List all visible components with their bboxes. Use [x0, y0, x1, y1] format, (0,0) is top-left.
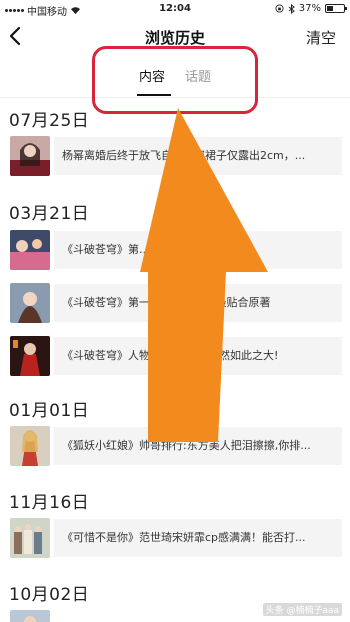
- watermark: 头条 @楠楠子aaa: [262, 603, 342, 616]
- status-bar: 中国移动 12:04 37%: [0, 0, 350, 18]
- item-text-box: 《斗破苍穹》人物仅...出,差距竟然如此之大!: [54, 337, 342, 375]
- battery-percent: 37%: [298, 3, 321, 14]
- item-title: 杨幂离婚后终于放飞自我，穿裙子仅露出2cm，...: [62, 149, 306, 162]
- date-header: 11月16日: [9, 493, 90, 513]
- thumbnail: [10, 336, 50, 376]
- item-title: 《可惜不是你》范世琦宋妍霏cp感满满！能否打...: [62, 531, 306, 544]
- item-text-box: 《狐妖小红娘》帅哥排行:东方美人把泪擦擦,你排...: [54, 427, 342, 465]
- item-text-box: 《斗破苍穹》第一季...花哪一个最贴合原著: [54, 284, 342, 322]
- clear-button[interactable]: 清空: [306, 27, 336, 48]
- history-item[interactable]: 杨幂离婚后终于放飞自我，穿裙子仅露出2cm，...: [10, 136, 342, 176]
- item-title: 《斗破苍穹》第...可方物,完爆《...: [62, 243, 230, 256]
- thumbnail: [10, 136, 50, 176]
- date-header: 07月25日: [9, 111, 90, 131]
- bluetooth-icon: [288, 3, 295, 14]
- page-title: 浏览历史: [144, 29, 205, 47]
- annotation-highlight-box: [92, 46, 258, 114]
- battery-fill: [327, 6, 333, 11]
- history-item[interactable]: 《狐妖小红娘》帅哥排行:东方美人把泪擦擦,你排...: [10, 426, 342, 466]
- date-header: 03月21日: [9, 204, 90, 224]
- thumbnail: [10, 426, 50, 466]
- item-text-box: 《斗破苍穹》第...可方物,完爆《...: [54, 231, 342, 269]
- date-header: 01月01日: [9, 401, 90, 421]
- thumbnail: [10, 283, 50, 323]
- battery-icon: [325, 4, 347, 13]
- history-item[interactable]: 《斗破苍穹》第...可方物,完爆《...: [10, 230, 342, 270]
- history-item[interactable]: 《可惜不是你》范世琦宋妍霏cp感满满！能否打...: [10, 518, 342, 558]
- status-right: 37%: [275, 3, 347, 14]
- item-title: 《狐妖小红娘》帅哥排行:东方美人把泪擦擦,你排...: [62, 439, 311, 452]
- item-title: 《斗破苍穹》第一季...花哪一个最贴合原著: [62, 296, 271, 309]
- history-item[interactable]: 《斗破苍穹》第一季...花哪一个最贴合原著: [10, 283, 342, 323]
- item-text-box: 《可惜不是你》范世琦宋妍霏cp感满满！能否打...: [54, 519, 342, 557]
- item-text-box: 杨幂离婚后终于放飞自我，穿裙子仅露出2cm，...: [54, 137, 342, 175]
- orientation-lock-icon: [275, 4, 284, 13]
- history-item[interactable]: 《斗破苍穹》人物仅...出,差距竟然如此之大!: [10, 336, 342, 376]
- thumbnail: [10, 518, 50, 558]
- item-title: 《斗破苍穹》人物仅...出,差距竟然如此之大!: [62, 349, 279, 362]
- thumbnail: [10, 230, 50, 270]
- thumbnail: [10, 610, 50, 622]
- date-header: 10月02日: [9, 585, 90, 605]
- watermark-text: 头条 @楠楠子aaa: [265, 606, 339, 616]
